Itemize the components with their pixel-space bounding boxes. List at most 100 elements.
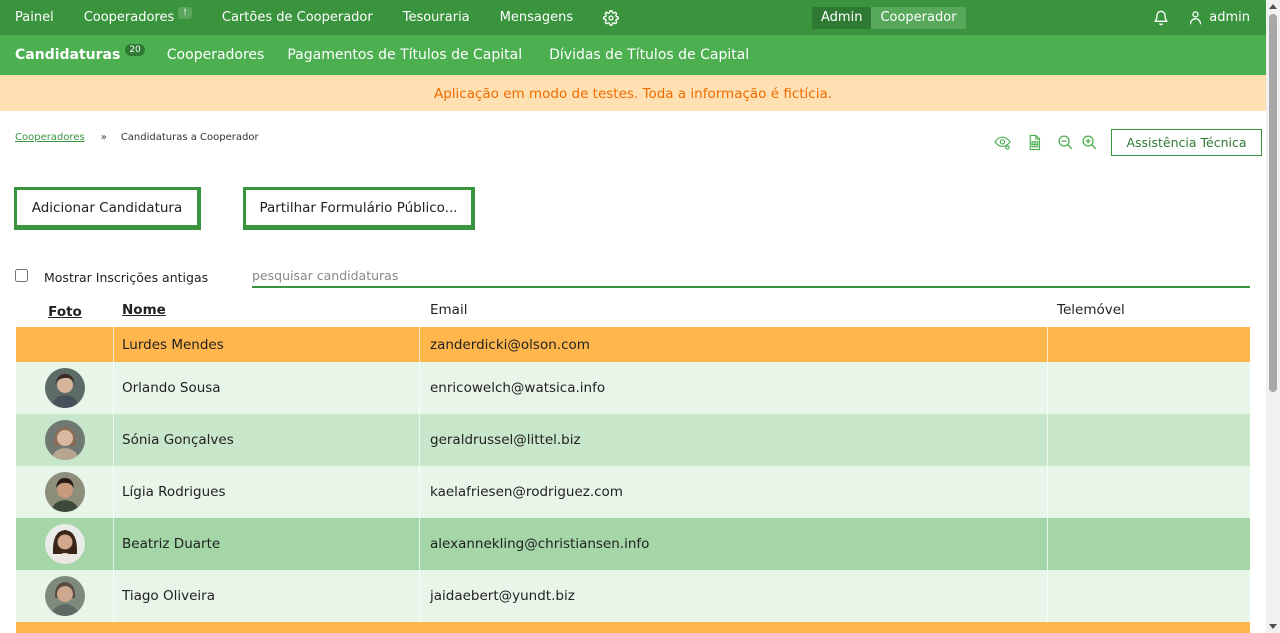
subnav-label: Dívidas de Títulos de Capital [549,47,750,63]
email-cell: jaidaebert@yundt.biz [420,570,1048,622]
avatar [44,576,85,616]
next-row-partial [16,622,1250,633]
nav-label: Cooperadores [83,10,175,25]
breadcrumb-parent-link[interactable]: Cooperadores [15,132,85,143]
table-row[interactable]: Tiago Oliveira jaidaebert@yundt.biz [16,570,1250,622]
nav-label: Tesouraria [402,10,470,25]
scroll-up-arrow[interactable] [1269,4,1277,9]
subnav-label: Cooperadores [166,47,265,63]
phone-cell [1048,570,1250,622]
photo-cell [16,414,114,466]
avatar [44,368,85,408]
name-cell: Orlando Sousa [114,362,420,414]
subnav-label: Pagamentos de Títulos de Capital [287,47,523,63]
show-old-checkbox[interactable] [15,269,28,282]
column-header-photo[interactable]: Foto [16,292,114,327]
avatar [44,420,85,460]
table-row[interactable]: Lurdes Mendes zanderdicki@olson.com [16,327,1250,362]
nav-painel[interactable]: Painel [15,10,54,25]
toolbar [990,129,1101,155]
sub-navbar: Candidaturas 20 Cooperadores Pagamentos d… [0,35,1266,75]
email-cell: zanderdicki@olson.com [420,327,1048,362]
scrollbar-thumb[interactable] [1269,14,1277,392]
avatar [44,472,85,512]
nav-tesouraria[interactable]: Tesouraria [403,10,470,25]
table-row[interactable]: Beatriz Duarte alexannekling@christianse… [16,518,1250,570]
nav-label: Mensagens [499,10,574,25]
show-old-label: Mostrar Inscrições antigas [44,270,209,285]
subnav-dividas[interactable]: Dívidas de Títulos de Capital [549,47,749,63]
nav-label: Cartões de Cooperador [221,10,373,25]
photo-cell [16,466,114,518]
column-header-phone: Telemóvel [1057,301,1125,318]
test-mode-banner: Aplicação em modo de testes. Toda a info… [0,75,1266,111]
user-icon [1190,11,1202,25]
photo-cell [16,518,114,570]
table-row[interactable]: Orlando Sousa enricowelch@watsica.info [16,362,1250,414]
table-row[interactable]: Lígia Rodrigues kaelafriesen@rodriguez.c… [16,466,1250,518]
phone-cell [1048,518,1250,570]
name-cell: Tiago Oliveira [114,570,420,622]
nav-label: Painel [15,10,54,25]
name-cell: Lurdes Mendes [114,327,420,362]
name-cell: Sónia Gonçalves [114,414,420,466]
main-nav: Painel Cooperadores! Cartões de Cooperad… [0,0,634,35]
gear-icon [603,9,620,26]
mode-admin-button[interactable]: Admin [812,7,872,29]
photo-cell [16,570,114,622]
page-scrollbar[interactable] [1266,0,1280,633]
settings-button[interactable] [603,9,620,26]
photo-cell [16,362,114,414]
email-cell: geraldrussel@littel.biz [420,414,1048,466]
zoom-in-button[interactable] [1077,129,1101,155]
column-header-email: Email [430,301,468,318]
subnav-cooperadores[interactable]: Cooperadores [167,47,265,63]
visibility-settings-button[interactable] [990,129,1014,155]
email-cell: alexannekling@christiansen.info [420,518,1048,570]
breadcrumb-separator: » [100,132,107,143]
name-cell: Beatriz Duarte [114,518,420,570]
phone-cell [1048,466,1250,518]
mode-switch: Admin Cooperador [812,7,966,29]
top-right-controls: admin [1153,0,1250,35]
mode-cooperator-button[interactable]: Cooperador [871,7,966,29]
zoom-out-icon [1057,134,1072,149]
zoom-in-icon [1081,134,1096,149]
zoom-out-button[interactable] [1053,129,1077,155]
visibility-settings-icon [993,136,1011,150]
bell-icon[interactable] [1153,10,1169,26]
count-badge: 20 [125,44,145,56]
subnav-pagamentos[interactable]: Pagamentos de Títulos de Capital [287,47,522,63]
nav-mensagens[interactable]: Mensagens [500,10,573,25]
breadcrumb: Cooperadores » Candidaturas a Cooperador [15,132,259,143]
spreadsheet-icon [1029,134,1040,150]
alert-badge: ! [178,6,192,19]
nav-cooperadores[interactable]: Cooperadores! [83,6,192,25]
email-cell: kaelafriesen@rodriguez.com [420,466,1048,518]
photo-cell [16,327,114,362]
avatar [44,524,85,564]
subnav-label: Candidaturas [15,47,121,63]
search-input[interactable] [252,264,1250,288]
phone-cell [1048,327,1250,362]
nav-cartoes[interactable]: Cartões de Cooperador [222,10,373,25]
phone-cell [1048,414,1250,466]
subnav-candidaturas[interactable]: Candidaturas 20 [15,44,145,63]
name-cell: Lígia Rodrigues [114,466,420,518]
scroll-down-arrow[interactable] [1269,624,1277,629]
table-row[interactable]: Sónia Gonçalves geraldrussel@littel.biz [16,414,1250,466]
table-header: Foto Nome Email Telemóvel [16,292,1250,327]
add-application-button[interactable]: Adicionar Candidatura [14,187,201,230]
email-cell: enricowelch@watsica.info [420,362,1048,414]
applications-table: Foto Nome Email Telemóvel Lurdes Mendes … [16,292,1250,622]
user-menu[interactable]: admin [1188,10,1250,25]
breadcrumb-current: Candidaturas a Cooperador [120,132,259,143]
user-name: admin [1209,10,1250,25]
show-old-filter: Mostrar Inscrições antigas [15,268,209,285]
share-public-form-button[interactable]: Partilhar Formulário Público... [243,187,475,230]
phone-cell [1048,362,1250,414]
technical-support-button[interactable]: Assistência Técnica [1111,129,1262,156]
export-spreadsheet-button[interactable] [1022,129,1046,155]
column-header-name[interactable]: Nome [122,292,166,327]
top-navbar: Painel Cooperadores! Cartões de Cooperad… [0,0,1266,35]
